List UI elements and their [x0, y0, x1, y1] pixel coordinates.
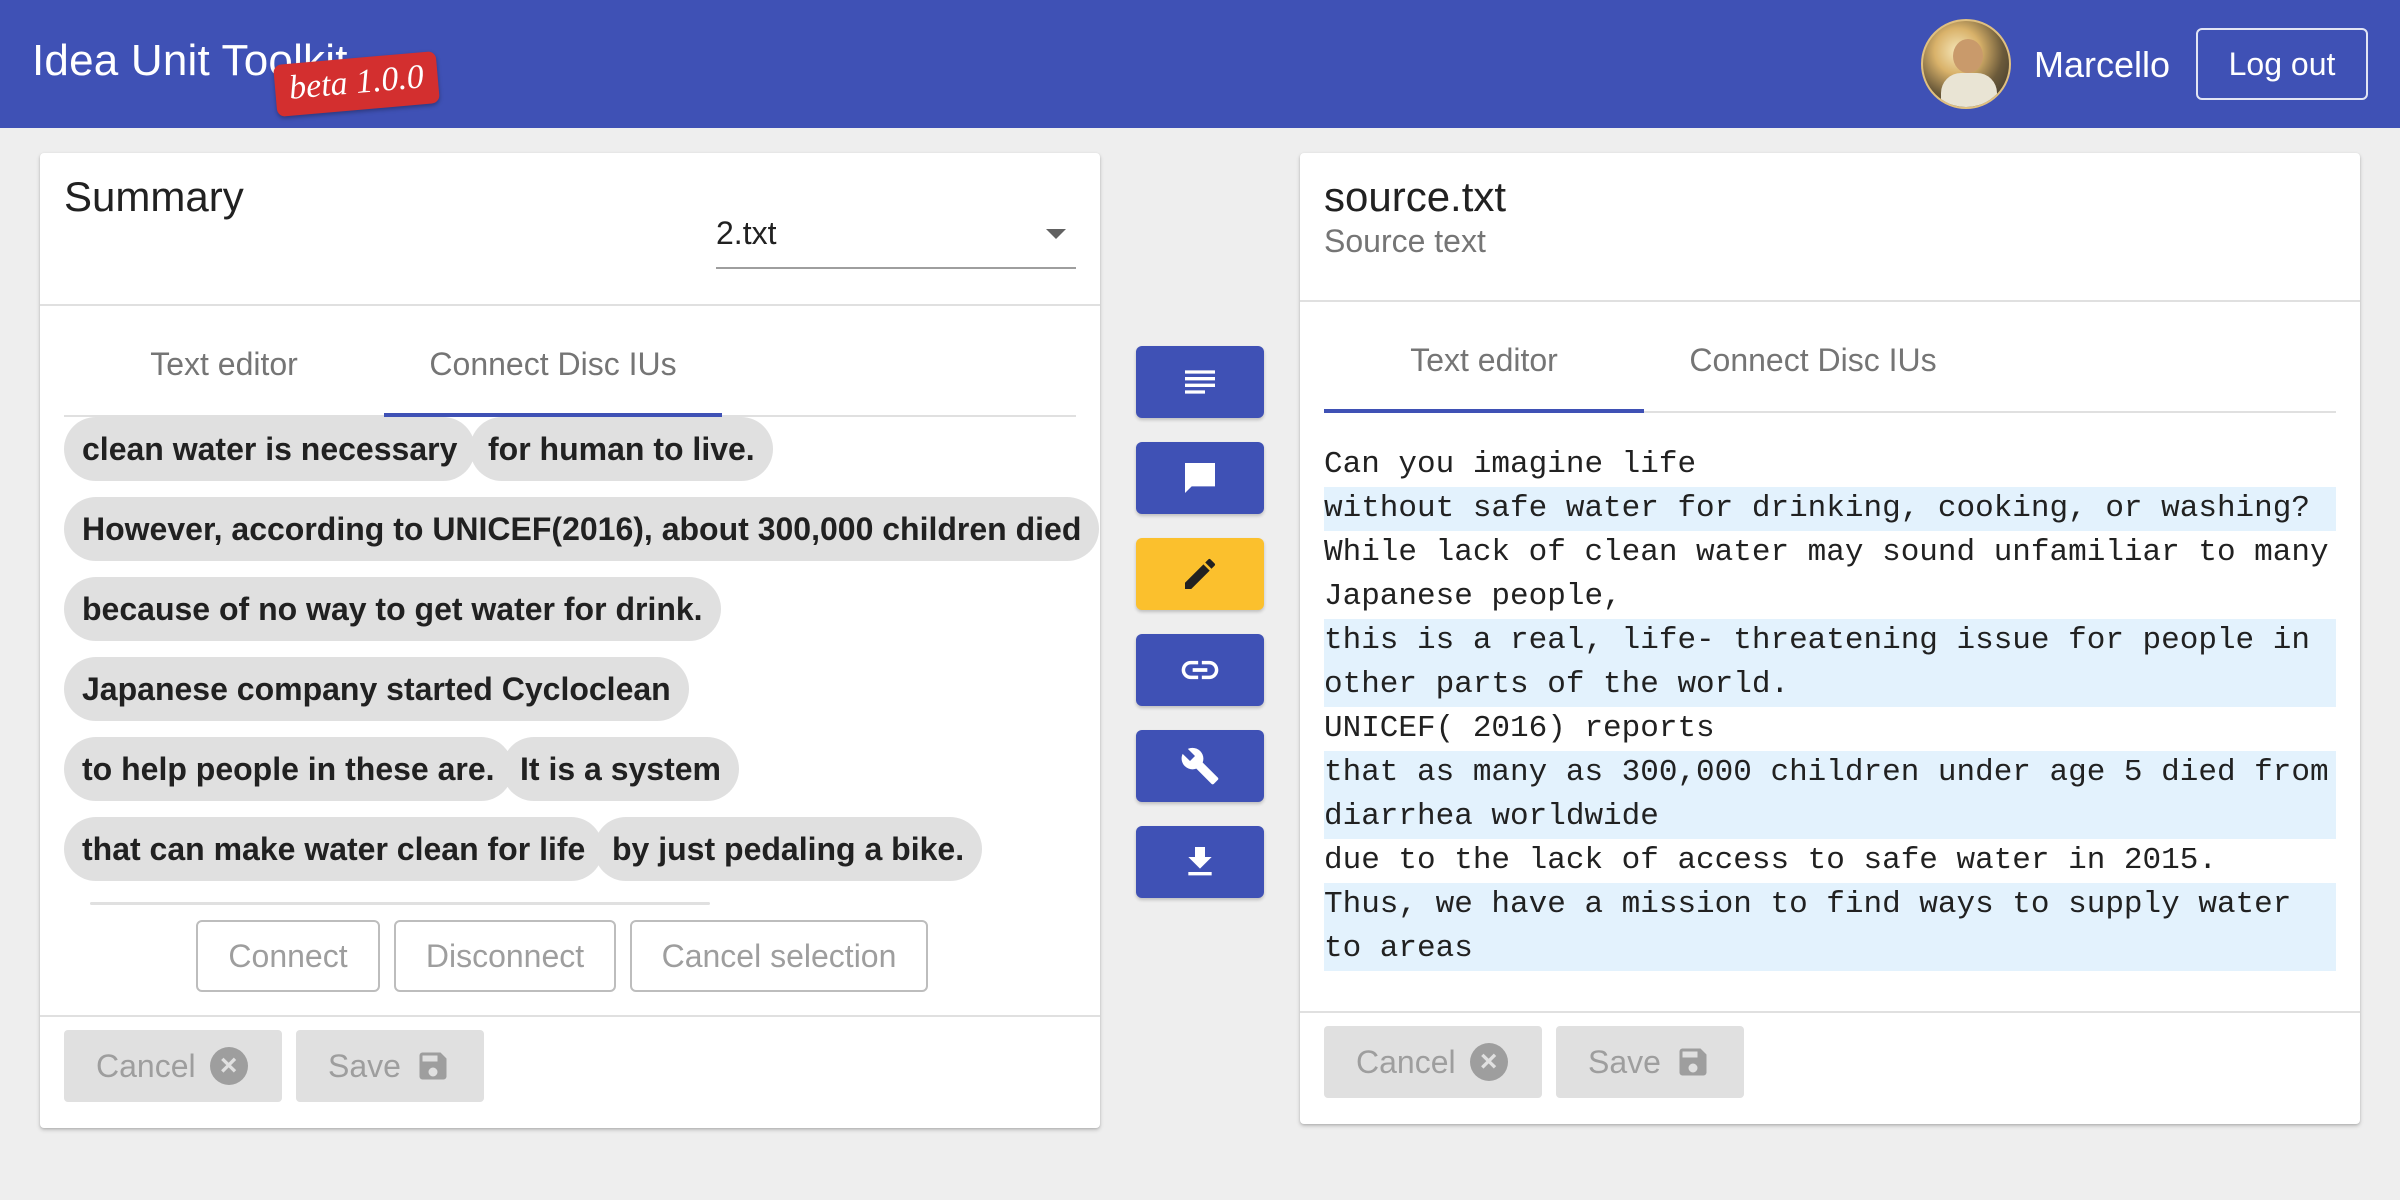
cancel-label: Cancel: [96, 1047, 196, 1084]
summary-card: Summary 2.txt Text editor Connect Disc I…: [40, 153, 1100, 1128]
tools-button[interactable]: [1136, 730, 1264, 802]
close-circle-icon: ×: [209, 1047, 248, 1085]
idea-unit-chip[interactable]: to help people in these are.: [64, 737, 513, 801]
source-line-highlighted: that as many as 300,000 children under a…: [1324, 751, 2336, 839]
floppy-disk-icon: [1679, 1048, 1707, 1076]
chip-list-clipped-edge: [90, 902, 710, 905]
source-line: Can you imagine life: [1324, 447, 1697, 482]
logout-button[interactable]: Log out: [2196, 28, 2368, 100]
link-button[interactable]: [1136, 634, 1264, 706]
header-divider: [1300, 300, 2360, 302]
disconnect-button[interactable]: Disconnect: [394, 920, 616, 992]
floppy-disk-icon: [419, 1052, 447, 1080]
source-line-highlighted: without safe water for drinking, cooking…: [1324, 487, 2336, 531]
tab-indicator: [1324, 409, 1644, 413]
source-line-highlighted: this is a real, life- threatening issue …: [1324, 619, 2336, 707]
save-label: Save: [328, 1047, 401, 1084]
user-name: Marcello: [2034, 44, 2171, 85]
save-label: Save: [1588, 1043, 1661, 1080]
source-line-highlighted: Thus, we have a mission to find ways to …: [1324, 883, 2336, 971]
text-view-button[interactable]: [1136, 346, 1264, 418]
save-button[interactable]: Save: [1556, 1026, 1744, 1098]
footer-divider: [1300, 1011, 2360, 1013]
header-divider: [40, 304, 1100, 306]
footer-divider: [40, 1015, 1100, 1017]
idea-unit-chip[interactable]: by just pedaling a bike.: [594, 817, 983, 881]
close-circle-icon: ×: [1469, 1043, 1508, 1081]
tab-text-editor[interactable]: Text editor: [64, 311, 384, 417]
tab-connect-disc-ius[interactable]: Connect Disc IUs: [384, 311, 722, 417]
source-title: source.txt: [1324, 173, 1507, 220]
pencil-icon: [1185, 558, 1216, 589]
idea-unit-chip[interactable]: clean water is necessary: [64, 417, 476, 481]
download-icon: [1188, 847, 1212, 876]
chevron-down-icon: [1046, 229, 1066, 239]
idea-unit-chip[interactable]: because of no way to get water for drink…: [64, 577, 721, 641]
idea-unit-chip[interactable]: It is a system: [502, 737, 739, 801]
link-icon: [1181, 660, 1219, 680]
app-bar: Idea Unit Toolkit beta 1.0.0 Marcello Lo…: [0, 0, 2400, 128]
idea-unit-chip[interactable]: However, according to UNICEF(2016), abou…: [64, 497, 1100, 561]
text-lines-icon: [1185, 370, 1215, 394]
summary-title: Summary: [64, 173, 244, 220]
source-line: UNICEF( 2016) reports: [1324, 711, 1715, 746]
tab-text-editor[interactable]: Text editor: [1324, 307, 1644, 413]
wrench-icon: [1181, 747, 1219, 785]
save-button[interactable]: Save: [296, 1030, 484, 1102]
download-button[interactable]: [1136, 826, 1264, 898]
cancel-button[interactable]: Cancel ×: [1324, 1026, 1542, 1098]
idea-unit-chip[interactable]: that can make water clean for life: [64, 817, 604, 881]
connect-button[interactable]: Connect: [196, 920, 380, 992]
tab-connect-disc-ius[interactable]: Connect Disc IUs: [1644, 307, 1982, 413]
source-line: due to the lack of access to safe water …: [1324, 843, 2217, 878]
edit-button[interactable]: [1136, 538, 1264, 610]
cancel-label: Cancel: [1356, 1043, 1456, 1080]
source-subtitle: Source text: [1324, 223, 1486, 259]
cancel-button[interactable]: Cancel ×: [64, 1030, 282, 1102]
file-select[interactable]: 2.txt: [716, 205, 1076, 269]
cancel-selection-button[interactable]: Cancel selection: [630, 920, 928, 992]
comment-button[interactable]: [1136, 442, 1264, 514]
idea-unit-chip[interactable]: Japanese company started Cycloclean: [64, 657, 689, 721]
source-text-editor[interactable]: Can you imagine life without safe water …: [1324, 443, 2336, 1003]
source-card: source.txt Source text Text editor Conne…: [1300, 153, 2360, 1124]
file-select-value: 2.txt: [716, 215, 777, 251]
comment-icon: [1185, 463, 1215, 493]
source-tabs: Text editor Connect Disc IUs: [1324, 307, 2336, 413]
avatar[interactable]: [1921, 19, 2011, 109]
idea-unit-chip[interactable]: for human to live.: [470, 417, 773, 481]
source-line: While lack of clean water may sound unfa…: [1324, 535, 2329, 614]
summary-tabs: Text editor Connect Disc IUs: [64, 311, 1076, 417]
